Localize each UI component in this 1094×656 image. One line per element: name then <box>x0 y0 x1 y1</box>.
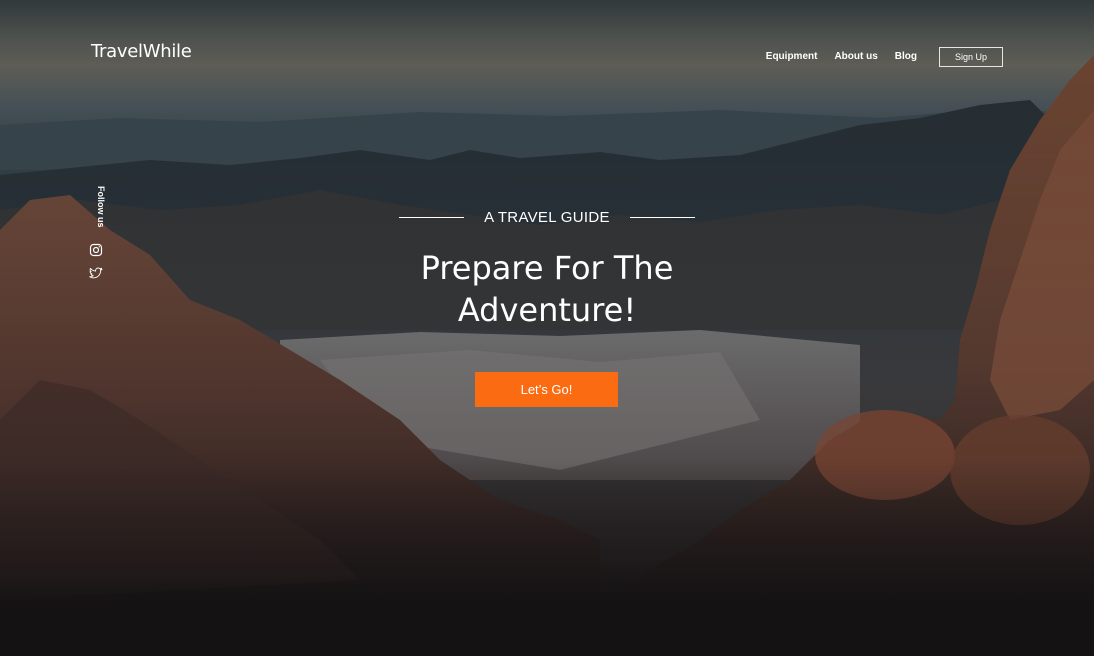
top-navigation: Equipment About us Blog Sign Up <box>766 47 1003 67</box>
sign-up-button[interactable]: Sign Up <box>939 47 1003 67</box>
nav-item-equipment[interactable]: Equipment <box>766 47 818 67</box>
nav-item-about-us[interactable]: About us <box>834 47 877 67</box>
instagram-icon[interactable] <box>89 243 103 257</box>
kicker-line-left <box>399 216 464 218</box>
hero-kicker: A TRAVEL GUIDE <box>399 207 695 227</box>
kicker-text: A TRAVEL GUIDE <box>484 208 610 226</box>
kicker-line-right <box>629 216 695 218</box>
follow-us-label-wrapper: Follow us <box>88 186 106 236</box>
hero-headline: Prepare For The Adventure! <box>420 249 674 329</box>
lets-go-button[interactable]: Let’s Go! <box>475 372 618 407</box>
twitter-icon[interactable] <box>89 266 103 280</box>
nav-item-blog[interactable]: Blog <box>895 47 917 67</box>
follow-us-label: Follow us <box>96 186 106 228</box>
hero-section: TravelWhile Equipment About us Blog Sign… <box>0 0 1094 656</box>
site-logo[interactable]: TravelWhile <box>91 41 192 62</box>
